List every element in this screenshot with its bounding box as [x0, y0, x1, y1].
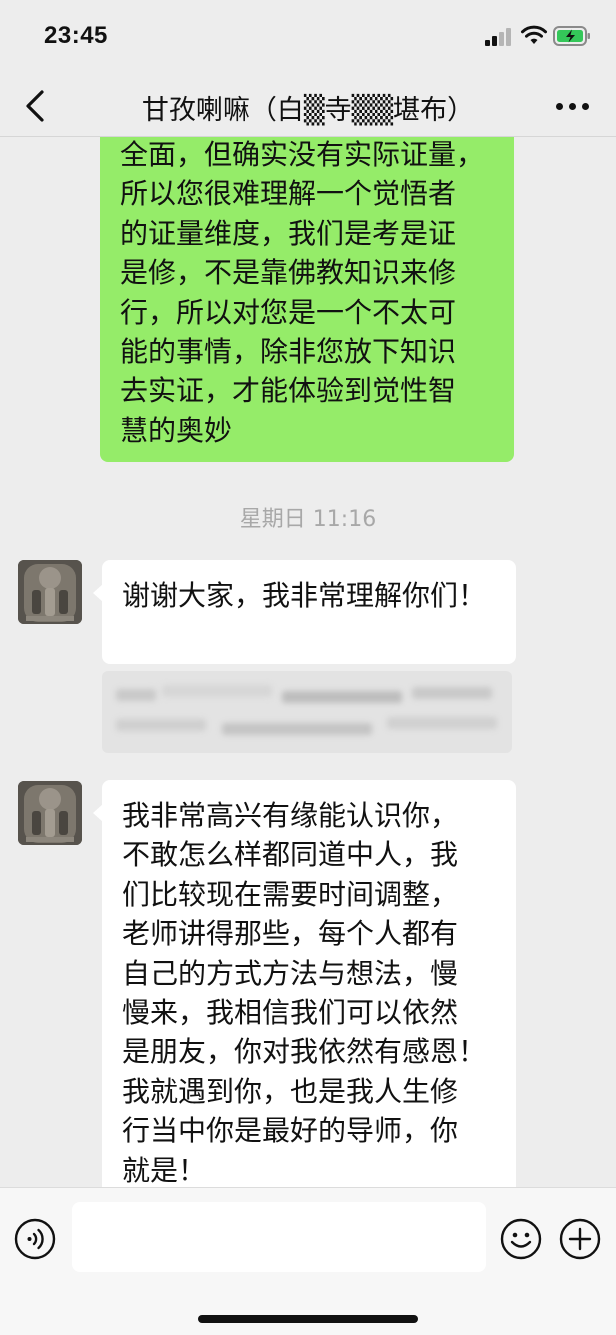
message-text: 我非常高兴有缘能认识你， 不敢怎么样都同道中人，我 们比较现在需要时间调整， 老… [122, 799, 487, 1187]
home-indicator [198, 1315, 418, 1323]
more-dots-icon[interactable] [552, 100, 592, 114]
status-time: 23:45 [44, 22, 108, 49]
chat-header: 甘孜喇嘛（白▒寺▒▒堪布） [0, 78, 616, 137]
blurred-message [102, 671, 512, 753]
incoming-message-bubble[interactable]: 谢谢大家，我非常理解你们！ [93, 560, 516, 664]
emoji-icon[interactable] [500, 1218, 542, 1260]
avatar[interactable] [18, 781, 82, 845]
outgoing-message-bubble[interactable]: 全面，但确实没有实际证量， 所以您很难理解一个觉悟者 的证量维度，我们是考是证 … [100, 137, 514, 462]
message-timestamp: 星期日 11:16 [239, 507, 377, 532]
message-text: 全面，但确实没有实际证量， 所以您很难理解一个觉悟者 的证量维度，我们是考是证 … [120, 138, 485, 447]
avatar[interactable] [18, 560, 82, 624]
message-list[interactable]: 全面，但确实没有实际证量， 所以您很难理解一个觉悟者 的证量维度，我们是考是证 … [0, 137, 616, 1187]
message-text: 谢谢大家，我非常理解你们！ [122, 579, 487, 612]
voice-icon[interactable] [14, 1218, 56, 1260]
signal-icon [485, 28, 515, 46]
input-bar [0, 1187, 616, 1335]
wifi-icon [521, 25, 547, 44]
chat-title: 甘孜喇嘛（白▒寺▒▒堪布） [141, 95, 475, 126]
chevron-left-icon[interactable] [18, 86, 54, 126]
status-bar: 23:45 [0, 0, 616, 78]
battery-charging-icon [553, 26, 590, 46]
incoming-message-bubble[interactable]: 我非常高兴有缘能认识你， 不敢怎么样都同道中人，我 们比较现在需要时间调整， 老… [93, 780, 516, 1187]
message-input[interactable] [72, 1202, 486, 1272]
plus-icon[interactable] [559, 1218, 601, 1260]
